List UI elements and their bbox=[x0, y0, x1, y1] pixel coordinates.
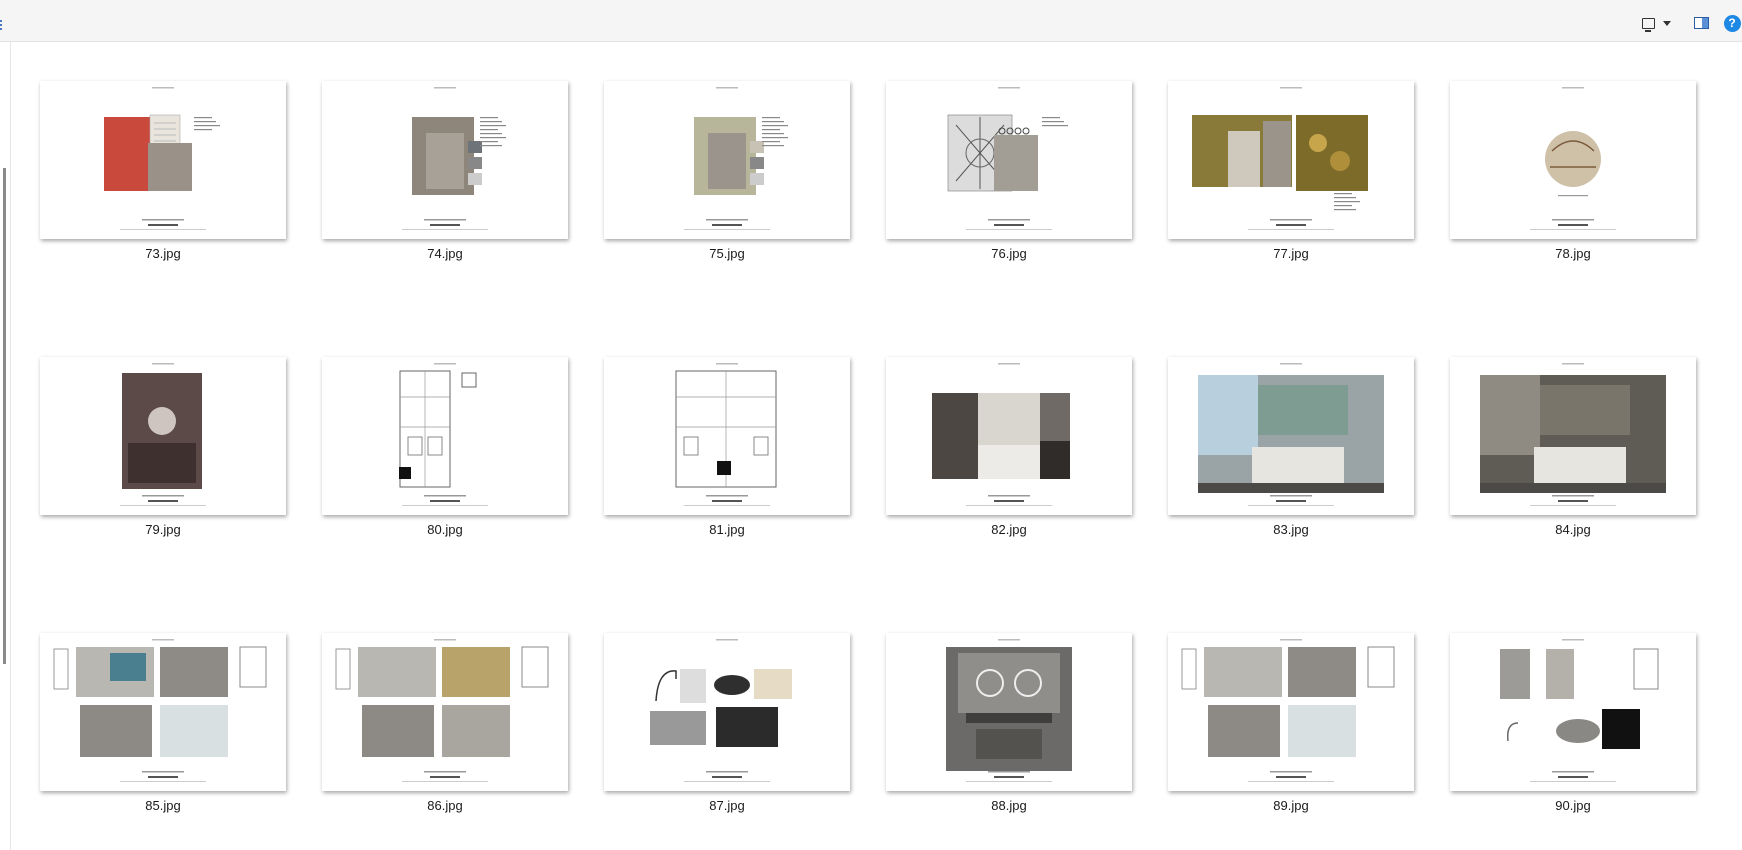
file-name[interactable]: 85.jpg bbox=[40, 798, 286, 813]
file-name[interactable]: 83.jpg bbox=[1168, 522, 1414, 537]
file-item[interactable]: 75.jpg bbox=[604, 42, 850, 261]
thumbnail-image bbox=[684, 87, 788, 230]
thumbnail-image bbox=[402, 87, 506, 230]
file-thumbnail[interactable] bbox=[886, 357, 1132, 515]
chevron-down-icon bbox=[1662, 20, 1671, 26]
thumbnail-image bbox=[1530, 87, 1616, 230]
help-button[interactable]: ? bbox=[1722, 12, 1742, 34]
thumbnail-image bbox=[1480, 363, 1666, 506]
file-thumbnail[interactable] bbox=[604, 357, 850, 515]
file-item[interactable]: 76.jpg bbox=[886, 42, 1132, 261]
preview-pane-button[interactable] bbox=[1688, 12, 1714, 34]
file-name[interactable]: 90.jpg bbox=[1450, 798, 1696, 813]
file-thumbnail[interactable] bbox=[1450, 81, 1696, 239]
file-name[interactable]: 84.jpg bbox=[1450, 522, 1696, 537]
file-item[interactable]: 88.jpg bbox=[886, 594, 1132, 813]
thumbnail-image bbox=[675, 363, 777, 506]
file-item[interactable]: 74.jpg bbox=[322, 42, 568, 261]
file-thumbnail[interactable] bbox=[40, 81, 286, 239]
thumbnail-image bbox=[946, 639, 1072, 782]
file-thumbnail[interactable] bbox=[322, 633, 568, 791]
view-mode-button[interactable] bbox=[1636, 12, 1676, 34]
file-item[interactable]: 80.jpg bbox=[322, 318, 568, 537]
file-thumbnail[interactable] bbox=[604, 81, 850, 239]
file-name[interactable]: 80.jpg bbox=[322, 522, 568, 537]
file-name[interactable]: 75.jpg bbox=[604, 246, 850, 261]
file-item[interactable]: 77.jpg bbox=[1168, 42, 1414, 261]
file-item[interactable]: 78.jpg bbox=[1450, 42, 1696, 261]
file-item[interactable]: 79.jpg bbox=[40, 318, 286, 537]
thumbnail-image bbox=[932, 363, 1070, 506]
thumbnail-image bbox=[53, 639, 267, 782]
file-name[interactable]: 89.jpg bbox=[1168, 798, 1414, 813]
file-thumbnail[interactable] bbox=[40, 357, 286, 515]
file-thumbnail[interactable] bbox=[322, 357, 568, 515]
file-item[interactable]: 84.jpg bbox=[1450, 318, 1696, 537]
file-name[interactable]: 79.jpg bbox=[40, 522, 286, 537]
thumbnail-image bbox=[1181, 639, 1395, 782]
file-name[interactable]: 88.jpg bbox=[886, 798, 1132, 813]
file-name[interactable]: 86.jpg bbox=[322, 798, 568, 813]
file-name[interactable]: 73.jpg bbox=[40, 246, 286, 261]
file-thumbnail[interactable] bbox=[886, 81, 1132, 239]
file-item[interactable]: 85.jpg bbox=[40, 594, 286, 813]
thumbnail-image bbox=[104, 87, 220, 230]
thumbnail-image bbox=[120, 363, 206, 506]
file-name[interactable]: 78.jpg bbox=[1450, 246, 1696, 261]
file-name[interactable]: 76.jpg bbox=[886, 246, 1132, 261]
file-thumbnail[interactable] bbox=[1168, 633, 1414, 791]
thumbnail-image bbox=[947, 87, 1068, 230]
file-thumbnail[interactable] bbox=[886, 633, 1132, 791]
file-thumbnail[interactable] bbox=[322, 81, 568, 239]
file-item[interactable]: 86.jpg bbox=[322, 594, 568, 813]
file-item[interactable]: 90.jpg bbox=[1450, 594, 1696, 813]
help-icon: ? bbox=[1723, 14, 1741, 32]
file-name[interactable]: 81.jpg bbox=[604, 522, 850, 537]
file-item[interactable]: 89.jpg bbox=[1168, 594, 1414, 813]
thumbnail-image bbox=[1500, 639, 1659, 782]
file-item[interactable]: 83.jpg bbox=[1168, 318, 1414, 537]
file-thumbnail[interactable] bbox=[40, 633, 286, 791]
file-name[interactable]: 82.jpg bbox=[886, 522, 1132, 537]
thumbnail-image bbox=[335, 639, 549, 782]
file-item[interactable]: 87.jpg bbox=[604, 594, 850, 813]
preview-pane-icon bbox=[1693, 17, 1709, 29]
file-thumbnail[interactable] bbox=[604, 633, 850, 791]
file-name[interactable]: 77.jpg bbox=[1168, 246, 1414, 261]
thumbnail-image bbox=[650, 639, 792, 782]
file-thumbnail[interactable] bbox=[1450, 633, 1696, 791]
toolbar: ? bbox=[0, 0, 1742, 42]
thumbnail-image bbox=[399, 363, 488, 506]
file-thumbnail[interactable] bbox=[1168, 81, 1414, 239]
monitor-icon bbox=[1641, 17, 1655, 32]
file-item[interactable]: 73.jpg bbox=[40, 42, 286, 261]
thumbnail-image bbox=[1192, 87, 1368, 230]
file-item[interactable]: 81.jpg bbox=[604, 318, 850, 537]
file-thumbnail[interactable] bbox=[1168, 357, 1414, 515]
file-name[interactable]: 74.jpg bbox=[322, 246, 568, 261]
file-thumbnail[interactable] bbox=[1450, 357, 1696, 515]
thumbnail-image bbox=[1198, 363, 1384, 506]
file-name[interactable]: 87.jpg bbox=[604, 798, 850, 813]
file-item[interactable]: 82.jpg bbox=[886, 318, 1132, 537]
file-grid: 73.jpg 74.jpg 75.jpg 76.jpg 77.jpg 78.jpg 79.j… bbox=[0, 42, 1742, 850]
nav-pane-edge bbox=[0, 20, 5, 30]
